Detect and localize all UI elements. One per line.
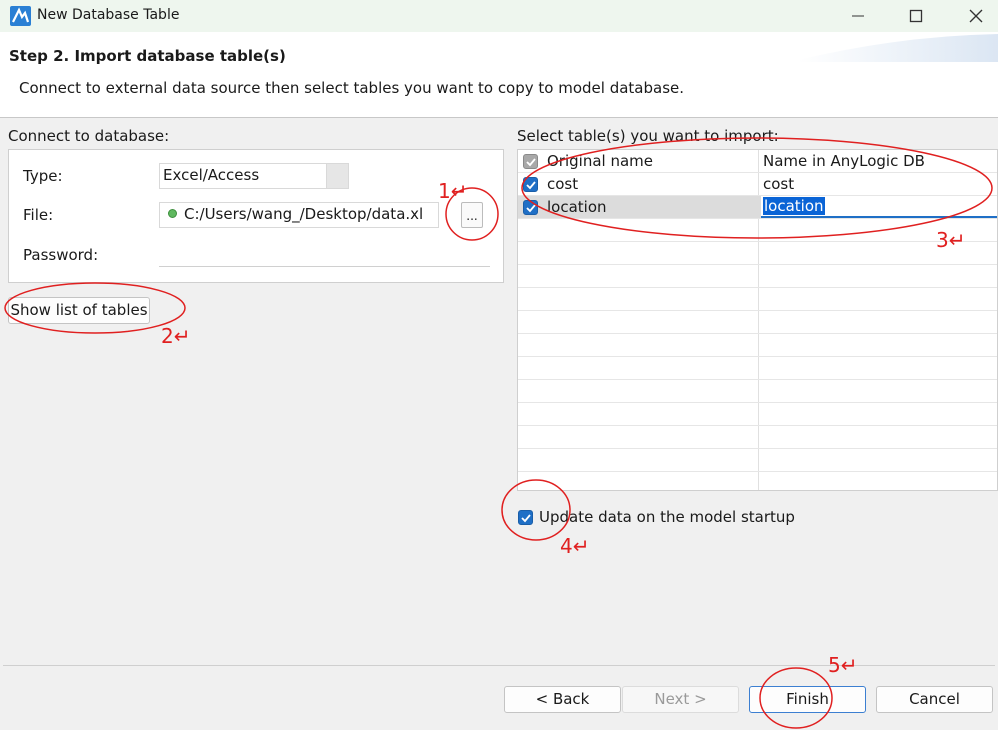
connect-section-label: Connect to database: [8,127,170,145]
annotation-number-2: 2↵ [161,324,191,348]
update-on-startup-label[interactable]: Update data on the model startup [539,508,795,526]
empty-row [518,219,997,242]
select-all-checkbox[interactable] [523,154,538,169]
table-row[interactable]: cost cost [518,173,997,196]
column-header-original[interactable]: Original name [547,152,653,170]
empty-row [518,265,997,288]
file-value: C:/Users/wang_/Desktop/data.xl [184,205,424,223]
row-original-name: location [547,198,607,216]
column-header-anylogic[interactable]: Name in AnyLogic DB [763,152,925,170]
check-icon [526,181,536,190]
step-description: Connect to external data source then sel… [19,79,685,97]
empty-row [518,380,997,403]
connection-group: Type: Excel/Access File: C:/Users/wang_/… [8,149,504,283]
minimize-icon [852,15,864,17]
header-decoration [798,34,998,62]
close-icon [969,9,983,23]
type-value: Excel/Access [163,166,260,184]
cancel-button[interactable]: Cancel [876,686,993,713]
tables-section-label: Select table(s) you want to import: [517,127,779,145]
row-anylogic-name[interactable]: location [763,197,825,215]
check-icon [526,204,536,213]
anylogic-logo-icon [10,6,31,26]
empty-row [518,449,997,472]
annotation-number-5: 5↵ [828,653,858,677]
empty-row [518,242,997,265]
empty-row [518,426,997,449]
anylogic-name-editor[interactable]: location [761,196,997,218]
title-bar: New Database Table [0,0,998,32]
step-title: Step 2. Import database table(s) [9,47,286,65]
file-field[interactable]: C:/Users/wang_/Desktop/data.xl [159,202,439,228]
row-checkbox[interactable] [523,200,538,215]
row-original-name: cost [547,175,579,193]
empty-row [518,403,997,426]
table-row-selected[interactable]: location location [518,196,997,219]
close-button[interactable] [953,0,998,32]
empty-row [518,334,997,357]
window-title: New Database Table [37,7,180,23]
empty-row [518,288,997,311]
empty-row [518,357,997,380]
back-button[interactable]: < Back [504,686,621,713]
annotation-number-1: 1↵ [438,179,468,203]
file-label: File: [23,206,54,224]
minimize-button[interactable] [835,0,881,32]
row-anylogic-name[interactable]: cost [763,175,794,193]
tables-grid: Original name Name in AnyLogic DB cost c… [517,149,998,491]
wizard-header: Step 2. Import database table(s) Connect… [0,32,998,118]
empty-row [518,311,997,334]
password-label: Password: [23,246,99,264]
status-dot-icon [168,209,177,218]
type-select[interactable]: Excel/Access [159,163,349,189]
browse-button[interactable]: ... [461,202,483,228]
finish-button[interactable]: Finish [749,686,866,713]
check-icon [526,158,536,167]
type-label: Type: [23,167,63,185]
annotation-number-3: 3↵ [936,228,966,252]
maximize-button[interactable] [893,0,939,32]
show-list-of-tables-button[interactable]: Show list of tables [8,297,150,324]
next-button[interactable]: Next > [622,686,739,713]
maximize-icon [909,9,923,23]
table-header-row: Original name Name in AnyLogic DB [518,150,997,173]
empty-row [518,472,997,490]
row-checkbox[interactable] [523,177,538,192]
annotation-number-4: 4↵ [560,534,590,558]
check-icon [521,514,531,523]
type-dropdown-button[interactable] [326,164,348,188]
update-on-startup-checkbox[interactable] [518,510,533,525]
password-field[interactable] [159,243,490,267]
